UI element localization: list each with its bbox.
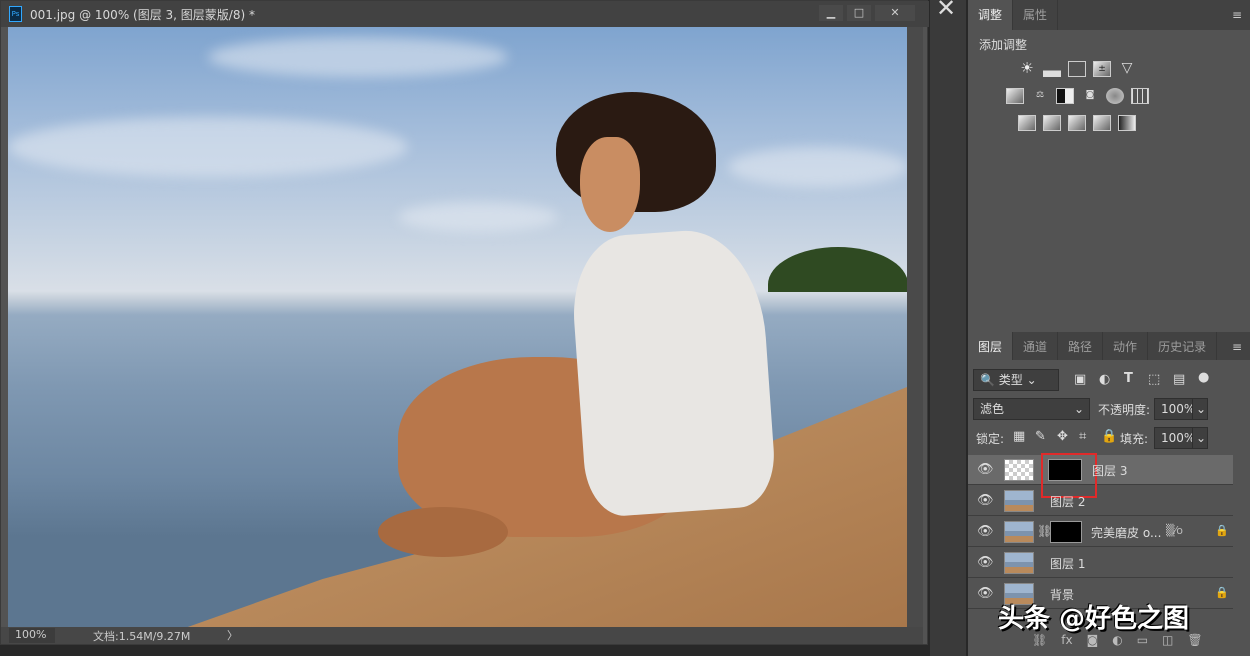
- layer-row-2[interactable]: 👁 图层 2: [968, 486, 1233, 516]
- lock-transparent-icon[interactable]: ▦: [1013, 429, 1025, 444]
- smart-object-filter-icon[interactable]: ▤: [1173, 372, 1185, 387]
- photo-filter-icon[interactable]: ◙: [1081, 88, 1099, 104]
- visibility-eye-icon[interactable]: 👁: [977, 524, 994, 539]
- status-menu-arrow[interactable]: 〉: [227, 627, 238, 643]
- panel-menu-icon[interactable]: ≡: [1224, 0, 1250, 30]
- adjustment-filter-icon[interactable]: ◐: [1099, 372, 1110, 387]
- adjust-tabs: 调整 属性 ≡: [968, 0, 1250, 30]
- lock-paint-icon[interactable]: ✎: [1035, 429, 1046, 444]
- shape-filter-icon[interactable]: ⬚: [1148, 372, 1160, 387]
- doc-info: 文档:1.54M/9.27M: [93, 630, 191, 643]
- photoshop-icon: Ps: [9, 6, 22, 22]
- fill-label: 填充:: [1120, 432, 1149, 446]
- layer-mask-thumbnail[interactable]: [1050, 521, 1082, 543]
- woman-feet: [378, 507, 508, 557]
- fill-dropdown[interactable]: ⌄: [1192, 427, 1208, 449]
- zoom-field[interactable]: 100%: [9, 628, 55, 643]
- visibility-eye-icon[interactable]: 👁: [977, 586, 994, 601]
- lock-artboard-icon[interactable]: ⌗: [1079, 429, 1086, 444]
- new-adjustment-icon[interactable]: ◐: [1112, 633, 1122, 647]
- tab-channels[interactable]: 通道: [1013, 332, 1059, 360]
- new-group-icon[interactable]: ▭: [1137, 633, 1148, 647]
- trees: [768, 247, 907, 292]
- layer-name: 图层 2: [1050, 495, 1086, 509]
- layer-name: 图层 1: [1050, 557, 1086, 571]
- image-canvas[interactable]: [8, 27, 907, 627]
- color-balance-icon[interactable]: ⚖: [1031, 88, 1049, 104]
- restore-button[interactable]: □: [847, 5, 871, 21]
- levels-icon[interactable]: [1043, 61, 1061, 77]
- tab-actions[interactable]: 动作: [1103, 332, 1149, 360]
- hue-saturation-icon[interactable]: [1006, 88, 1024, 104]
- layers-menu-icon[interactable]: ≡: [1224, 332, 1250, 360]
- tab-paths[interactable]: 路径: [1058, 332, 1104, 360]
- gradient-map-icon[interactable]: [1118, 115, 1136, 131]
- layer-name: 图层 3: [1092, 464, 1128, 478]
- layer-thumbnail: [1004, 521, 1034, 543]
- right-panels: 调整 属性 ≡ 添加调整 ☀ ± ▽ ⚖ ◙ 图层 通道 路径 动作 历史记录 …: [968, 0, 1250, 656]
- layer-thumbnail: [1004, 552, 1034, 574]
- selective-color-icon[interactable]: [1093, 115, 1111, 131]
- threshold-icon[interactable]: [1068, 115, 1086, 131]
- posterize-icon[interactable]: [1043, 115, 1061, 131]
- lock-all-icon[interactable]: 🔒: [1101, 429, 1117, 444]
- layer-row-smart[interactable]: 👁 ⛓ 完美磨皮 o... ▒⁄o 🔒: [968, 517, 1233, 547]
- tab-history[interactable]: 历史记录: [1148, 332, 1218, 360]
- document-window: Ps 001.jpg @ 100% (图层 3, 图层蒙版/8) * ▁ □ ✕…: [0, 0, 929, 645]
- curves-icon[interactable]: [1068, 61, 1086, 77]
- watermark: 头条 @好色之图: [998, 604, 1190, 634]
- close-button[interactable]: ✕: [875, 5, 915, 21]
- visibility-eye-icon[interactable]: 👁: [977, 555, 994, 570]
- vibrance-icon[interactable]: ▽: [1118, 61, 1136, 77]
- panel-dock-strip: [930, 0, 966, 656]
- layer-thumbnail: [1004, 490, 1034, 512]
- tab-properties[interactable]: 属性: [1013, 0, 1059, 30]
- blend-mode-select[interactable]: 滤色 ⌄: [973, 398, 1090, 420]
- layer-thumbnail: [1004, 459, 1034, 481]
- document-title: 001.jpg @ 100% (图层 3, 图层蒙版/8) *: [30, 7, 255, 22]
- layer-name: 完美磨皮 o...: [1091, 526, 1162, 540]
- exposure-icon[interactable]: ±: [1093, 61, 1111, 77]
- lock-move-icon[interactable]: ✥: [1057, 429, 1068, 444]
- close-panels-icon[interactable]: ✕: [936, 0, 956, 22]
- lock-icon: 🔒: [1215, 524, 1229, 537]
- document-tab[interactable]: Ps 001.jpg @ 100% (图层 3, 图层蒙版/8) *: [1, 1, 929, 27]
- pixel-filter-icon[interactable]: ▣: [1074, 372, 1086, 387]
- black-white-icon[interactable]: [1056, 88, 1074, 104]
- layer-row-3[interactable]: 👁 图层 3: [968, 453, 1233, 498]
- filter-effects-icon[interactable]: ▒⁄o: [1166, 524, 1183, 537]
- white-dress: [568, 225, 778, 519]
- filter-toggle-icon[interactable]: ●: [1198, 370, 1209, 385]
- add-adjustment-label: 添加调整: [979, 38, 1028, 52]
- brightness-contrast-icon[interactable]: ☀: [1018, 61, 1036, 77]
- layer-style-icon[interactable]: fx: [1061, 633, 1072, 647]
- tab-adjustments[interactable]: 调整: [968, 0, 1014, 30]
- layer-filter-select[interactable]: 🔍 类型 ⌄: [973, 369, 1059, 391]
- opacity-label: 不透明度:: [1098, 403, 1151, 417]
- layer-row-1[interactable]: 👁 图层 1: [968, 548, 1233, 578]
- new-layer-icon[interactable]: ◫: [1162, 633, 1173, 647]
- status-bar: 100% 文档:1.54M/9.27M 〉: [1, 627, 923, 644]
- minimize-button[interactable]: ▁: [819, 5, 843, 21]
- lock-label: 锁定:: [976, 432, 1005, 446]
- visibility-eye-icon[interactable]: 👁: [977, 493, 994, 508]
- lock-icon: 🔒: [1215, 586, 1229, 599]
- blend-mode-value: 滤色: [980, 402, 1005, 416]
- tab-layers[interactable]: 图层: [968, 332, 1014, 360]
- filter-value: 类型: [998, 373, 1023, 387]
- link-layers-icon[interactable]: ⛓: [1032, 633, 1047, 647]
- type-filter-icon[interactable]: T: [1124, 371, 1133, 386]
- vertical-scrollbar[interactable]: [907, 27, 923, 627]
- visibility-eye-icon[interactable]: 👁: [977, 462, 994, 477]
- add-mask-icon[interactable]: ◙: [1087, 633, 1099, 647]
- face: [580, 137, 640, 232]
- delete-icon[interactable]: 🗑: [1187, 633, 1202, 647]
- channel-mixer-icon[interactable]: [1106, 88, 1124, 104]
- layers-tabs: 图层 通道 路径 动作 历史记录 ≡: [968, 332, 1250, 360]
- invert-icon[interactable]: [1018, 115, 1036, 131]
- color-lookup-icon[interactable]: [1131, 88, 1149, 104]
- opacity-dropdown[interactable]: ⌄: [1192, 398, 1208, 420]
